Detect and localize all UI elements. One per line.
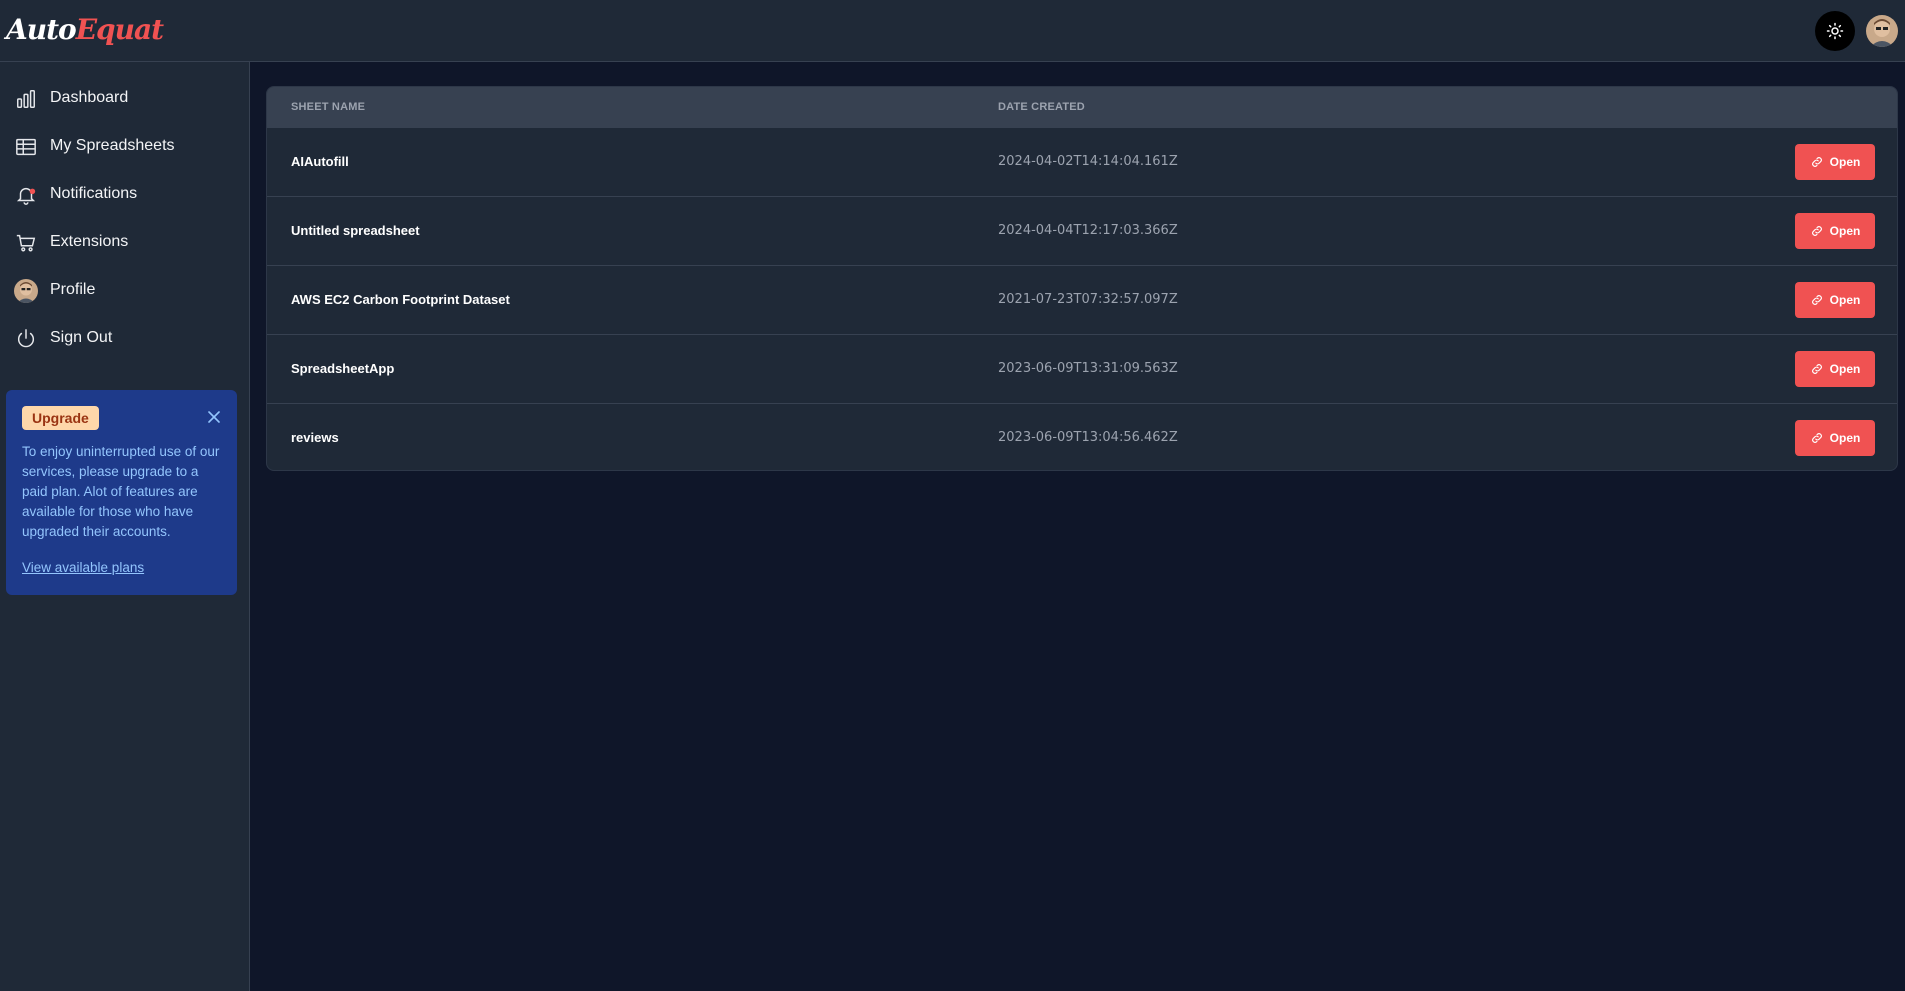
sidebar-item-label: Dashboard — [50, 89, 129, 106]
table-row: reviews 2023-06-09T13:04:56.462Z Open — [267, 403, 1897, 470]
theme-toggle-button[interactable] — [1815, 11, 1855, 51]
date-created: 2023-06-09T13:04:56.462Z — [998, 430, 1178, 445]
table-icon — [14, 135, 38, 159]
table-row: AWS EC2 Carbon Footprint Dataset 2021-07… — [267, 265, 1897, 334]
close-icon[interactable] — [206, 409, 222, 425]
top-bar: AutoEquat — [0, 0, 1905, 62]
sidebar-item-extensions[interactable]: Extensions — [0, 222, 250, 262]
app-logo[interactable]: AutoEquat — [6, 10, 164, 50]
spreadsheets-table: SHEET NAME DATE CREATED AIAutofill 2024-… — [266, 86, 1898, 471]
sidebar-item-label: Profile — [50, 281, 96, 298]
sidebar: Dashboard My Spreadsheets Notifications … — [0, 62, 250, 991]
logo-text-auto: Auto — [6, 13, 77, 46]
sheet-name: Untitled spreadsheet — [291, 223, 420, 238]
link-icon — [1811, 364, 1822, 374]
sidebar-item-label: Extensions — [50, 233, 129, 250]
sheet-name: SpreadsheetApp — [291, 361, 395, 376]
open-button-label: Open — [1829, 431, 1861, 445]
column-header-date-created: DATE CREATED — [998, 101, 1085, 113]
sun-icon — [1826, 22, 1844, 40]
view-plans-link[interactable]: View available plans — [22, 558, 144, 578]
link-icon — [1811, 157, 1822, 167]
column-header-sheet-name: SHEET NAME — [291, 101, 366, 113]
date-created: 2023-06-09T13:31:09.563Z — [998, 361, 1178, 376]
open-button[interactable]: Open — [1795, 144, 1875, 180]
power-icon — [14, 327, 38, 351]
date-created: 2024-04-02T14:14:04.161Z — [998, 154, 1178, 169]
table-header: SHEET NAME DATE CREATED — [267, 87, 1897, 127]
date-created: 2021-07-23T07:32:57.097Z — [998, 292, 1178, 307]
chart-bar-icon — [14, 87, 38, 111]
open-button-label: Open — [1829, 362, 1861, 376]
link-icon — [1811, 226, 1822, 236]
open-button[interactable]: Open — [1795, 213, 1875, 249]
link-icon — [1811, 433, 1822, 443]
sidebar-item-label: Notifications — [50, 185, 138, 202]
bell-icon — [14, 183, 38, 207]
sidebar-item-label: Sign Out — [50, 329, 113, 346]
user-avatar[interactable] — [1866, 15, 1898, 47]
sidebar-item-sign-out[interactable]: Sign Out — [0, 318, 250, 358]
sidebar-item-label: My Spreadsheets — [50, 137, 175, 154]
table-row: SpreadsheetApp 2023-06-09T13:31:09.563Z … — [267, 334, 1897, 403]
upgrade-card: Upgrade To enjoy uninterrupted use of ou… — [6, 390, 237, 595]
table-row: Untitled spreadsheet 2024-04-04T12:17:03… — [267, 196, 1897, 265]
cart-icon — [14, 231, 38, 255]
open-button[interactable]: Open — [1795, 351, 1875, 387]
link-icon — [1811, 295, 1822, 305]
upgrade-badge: Upgrade — [22, 406, 99, 430]
avatar — [14, 279, 38, 303]
open-button-label: Open — [1829, 224, 1861, 238]
table-row: AIAutofill 2024-04-02T14:14:04.161Z Open — [267, 127, 1897, 196]
open-button-label: Open — [1829, 293, 1861, 307]
logo-text-equat: Equat — [75, 13, 164, 46]
sheet-name: AWS EC2 Carbon Footprint Dataset — [291, 292, 510, 307]
open-button[interactable]: Open — [1795, 420, 1875, 456]
sidebar-item-profile[interactable]: Profile — [0, 270, 250, 310]
open-button[interactable]: Open — [1795, 282, 1875, 318]
sidebar-item-my-spreadsheets[interactable]: My Spreadsheets — [0, 126, 250, 166]
date-created: 2024-04-04T12:17:03.366Z — [998, 223, 1178, 238]
upgrade-message: To enjoy uninterrupted use of our servic… — [22, 444, 220, 539]
open-button-label: Open — [1829, 155, 1861, 169]
sidebar-item-dashboard[interactable]: Dashboard — [0, 78, 250, 118]
sheet-name: reviews — [291, 430, 339, 445]
sheet-name: AIAutofill — [291, 154, 349, 169]
sidebar-item-notifications[interactable]: Notifications — [0, 174, 250, 214]
